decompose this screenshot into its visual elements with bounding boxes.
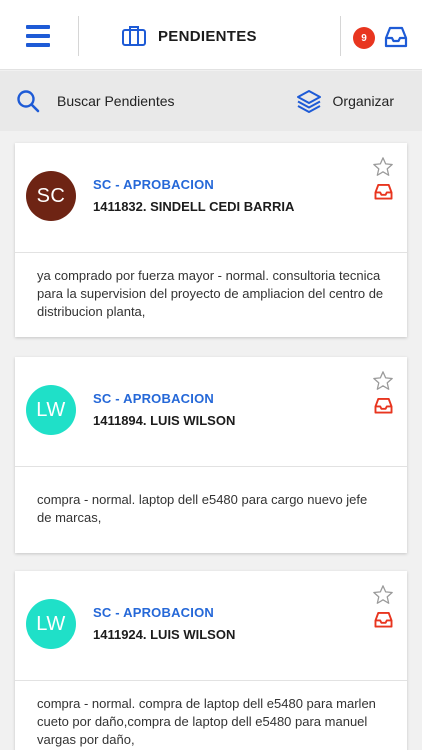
card-type: SC - APROBACION bbox=[93, 605, 214, 620]
layers-icon bbox=[296, 90, 321, 113]
inbox-icon[interactable] bbox=[384, 26, 408, 48]
card-description: compra - normal. compra de laptop dell e… bbox=[37, 696, 376, 747]
briefcase-icon bbox=[122, 26, 146, 46]
notification-badge[interactable]: 9 bbox=[353, 27, 375, 49]
inbox-tray-icon[interactable] bbox=[374, 397, 393, 414]
avatar: LW bbox=[26, 599, 76, 649]
card-title: 1411832. SINDELL CEDI BARRIA bbox=[93, 199, 295, 214]
pending-card[interactable]: LW SC - APROBACION 1411924. LUIS WILSON … bbox=[15, 571, 407, 750]
page-title: PENDIENTES bbox=[122, 22, 257, 50]
inbox-tray-icon[interactable] bbox=[374, 183, 393, 200]
card-description: ya comprado por fuerza mayor - normal. c… bbox=[37, 268, 384, 319]
star-icon[interactable] bbox=[372, 584, 394, 606]
menu-icon-bar bbox=[26, 43, 50, 47]
top-bar: PENDIENTES 9 bbox=[0, 0, 422, 70]
card-title: 1411924. LUIS WILSON bbox=[93, 627, 236, 642]
header-divider bbox=[78, 16, 79, 56]
card-type: SC - APROBACION bbox=[93, 391, 214, 406]
star-icon[interactable] bbox=[372, 156, 394, 178]
card-description: compra - normal. laptop dell e5480 para … bbox=[37, 492, 368, 525]
organize-label: Organizar bbox=[332, 93, 394, 109]
card-header: SC SC - APROBACION 1411832. SINDELL CEDI… bbox=[15, 143, 407, 253]
organize-button[interactable]: Organizar bbox=[296, 88, 394, 114]
card-title: 1411894. LUIS WILSON bbox=[93, 413, 236, 428]
header-divider bbox=[340, 16, 341, 56]
search-icon bbox=[17, 90, 40, 113]
avatar: SC bbox=[26, 171, 76, 221]
inbox-tray-icon[interactable] bbox=[374, 611, 393, 628]
menu-icon-bar bbox=[26, 25, 50, 29]
page-title-text: PENDIENTES bbox=[158, 27, 257, 45]
star-icon[interactable] bbox=[372, 370, 394, 392]
card-header: LW SC - APROBACION 1411924. LUIS WILSON bbox=[15, 571, 407, 681]
card-header: LW SC - APROBACION 1411894. LUIS WILSON bbox=[15, 357, 407, 467]
pending-card[interactable]: SC SC - APROBACION 1411832. SINDELL CEDI… bbox=[15, 143, 407, 337]
menu-button[interactable] bbox=[26, 24, 52, 48]
toolbar: Buscar Pendientes Organizar bbox=[0, 71, 422, 131]
card-type: SC - APROBACION bbox=[93, 177, 214, 192]
avatar: LW bbox=[26, 385, 76, 435]
search-button[interactable]: Buscar Pendientes bbox=[16, 89, 175, 113]
pending-card[interactable]: LW SC - APROBACION 1411894. LUIS WILSON … bbox=[15, 357, 407, 553]
menu-icon-bar bbox=[26, 34, 50, 38]
search-label: Buscar Pendientes bbox=[57, 93, 175, 109]
